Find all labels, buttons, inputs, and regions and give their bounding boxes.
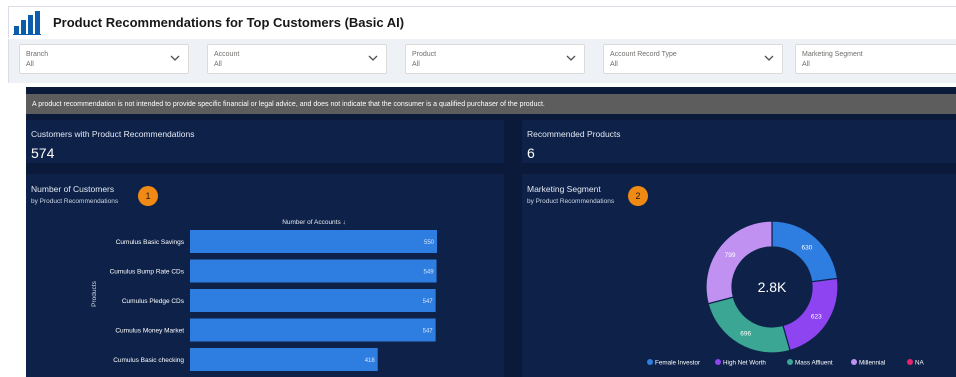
chevron-down-icon [170,55,180,61]
filter-label: Account Record Type [610,51,677,58]
filter-account[interactable]: Account All [207,44,387,74]
slice-label: 696 [740,331,751,338]
legend-swatch [715,359,721,365]
customers-chart-card[interactable]: Number of Customers by Product Recommend… [26,174,504,377]
filter-value: All [610,61,618,68]
filter-branch[interactable]: Branch All [19,44,189,74]
filter-label: Product [412,51,437,58]
disclaimer-banner: A product recommendation is not intended… [26,94,956,114]
legend-item: Mass Affluent [795,360,833,367]
filter-account-record-type[interactable]: Account Record Type All [603,44,783,74]
category-label: Cumulus Money Market [115,328,184,335]
legend-swatch [907,359,913,365]
kpi-customers-card[interactable]: Customers with Product Recommendations 5… [26,120,504,163]
category-label: Cumulus Basic Savings [116,239,185,246]
legend-item: NA [915,360,925,367]
donut-slice [707,296,791,354]
slice-label: 799 [725,252,736,259]
slice-label: 630 [802,245,813,252]
x-axis-label: Number of Accounts ↓ [282,219,346,226]
segment-chart-card[interactable]: Marketing Segment by Product Recommendat… [522,174,956,377]
filter-bar: Branch All Account All Product All Accou… [8,39,956,83]
kpi-products-card[interactable]: Recommended Products 6 [522,120,956,163]
bar [190,348,378,371]
kpi-value: 574 [31,145,55,161]
data-label: 418 [365,358,376,364]
kpi-value: 6 [527,145,535,161]
filter-label: Account [214,51,240,58]
donut-chart: 630 623 696 799 2.8K Female Investor High Net … [647,220,925,367]
slice-label: 623 [811,314,822,321]
chevron-down-icon [566,55,576,61]
filter-marketing-segment[interactable]: Marketing Segment All [795,44,956,74]
category-label: Cumulus Basic checking [113,357,184,364]
bar [190,318,436,342]
filter-value: All [412,61,420,68]
page-title: Product Recommendations for Top Customer… [53,15,405,30]
dashboard-page: Product Recommendations for Top Customer… [0,0,956,377]
kpi-title: Customers with Product Recommendations [31,129,195,139]
data-label: 547 [423,329,434,335]
data-label: 549 [424,270,435,276]
filter-value: All [26,61,34,68]
donut-center-label: 2.8K [758,279,787,295]
kpi-title: Recommended Products [527,129,621,139]
filter-product[interactable]: Product All [405,44,585,74]
filter-label: Branch [26,51,49,58]
y-axis-label: Products [91,280,98,306]
legend-item: Female Investor [655,360,700,367]
filter-label: Marketing Segment [802,51,863,58]
legend-item: Millennial [859,360,885,367]
filter-value: All [802,61,810,68]
legend-swatch [851,359,857,365]
legend-swatch [787,359,793,365]
bar-chart-icon [13,10,41,35]
dashboard-canvas: A product recommendation is not intended… [26,87,956,377]
bar [190,289,436,312]
bar [190,230,437,253]
bar [190,259,437,283]
filter-value: All [214,61,222,68]
data-label: 547 [423,299,434,305]
legend-item: High Net Worth [723,360,766,367]
legend-swatch [647,359,653,365]
category-label: Cumulus Pledge CDs [122,298,185,305]
dashboard-header: Product Recommendations for Top Customer… [8,6,956,38]
bar-chart: Number of Accounts ↓ Products Cumulus Basi… [91,219,437,371]
chevron-down-icon [368,55,378,61]
data-label: 550 [424,240,435,246]
chevron-down-icon [764,55,774,61]
category-label: Cumulus Bump Rate CDs [110,269,185,276]
